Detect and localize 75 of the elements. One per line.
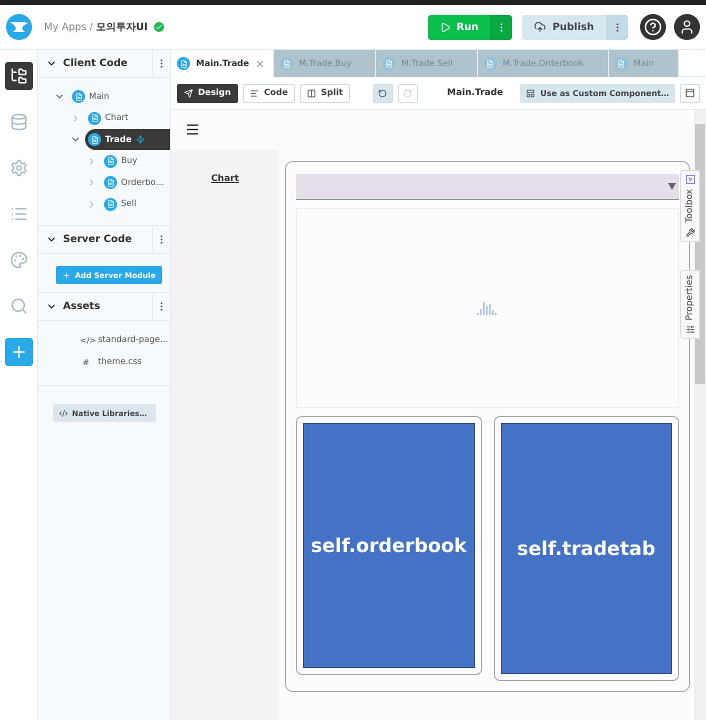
undo-icon <box>378 88 388 98</box>
plus-icon <box>62 270 71 280</box>
file-icon <box>72 90 85 104</box>
palette-icon <box>10 251 28 269</box>
section-title: Assets <box>63 301 102 312</box>
publish-button[interactable]: Publish <box>522 14 606 40</box>
file-icon <box>614 57 628 70</box>
file-icon <box>88 112 101 125</box>
wrench-icon <box>686 228 694 237</box>
redo-icon <box>403 88 412 98</box>
code-icon <box>59 408 68 418</box>
file-icon <box>104 176 117 190</box>
file-icon <box>280 57 294 70</box>
tree-item[interactable]: Chart <box>85 108 130 129</box>
file-icon <box>177 57 190 70</box>
component-label: self.orderbook <box>310 534 467 556</box>
side-panel-tab[interactable]: Properties <box>680 270 700 340</box>
add-button[interactable] <box>4 338 32 366</box>
user-icon <box>679 19 695 35</box>
editor-tab[interactable]: Main.Trade <box>171 50 274 77</box>
cloud-upload-icon <box>534 21 546 33</box>
component-label: self.tradetab <box>517 538 656 560</box>
panel-icon <box>685 88 695 98</box>
list-icon <box>10 205 28 223</box>
file-icon <box>88 133 101 146</box>
component-icon <box>526 88 536 98</box>
nav-link[interactable]: Chart <box>211 174 239 184</box>
view-mode-button[interactable]: Code <box>242 84 295 102</box>
tree-item[interactable]: Main <box>69 86 112 108</box>
file-icon <box>484 57 497 70</box>
settings-icon <box>10 159 28 177</box>
caret-icon <box>668 183 676 190</box>
view-mode-button[interactable]: Design <box>177 84 238 102</box>
close-icon[interactable] <box>255 58 266 68</box>
lines-icon <box>250 88 259 98</box>
columns-icon <box>306 88 316 98</box>
asset-item[interactable]: theme.css <box>98 357 142 367</box>
tree-item[interactable]: Sell <box>101 194 138 215</box>
section-title: Server Code <box>63 234 133 245</box>
rail-button[interactable] <box>4 62 32 90</box>
redo-button[interactable] <box>398 84 418 102</box>
custom-component-button[interactable]: Use as Custom Component… <box>520 84 675 102</box>
account-button[interactable] <box>674 14 700 40</box>
anvil-logo-icon[interactable] <box>6 14 32 40</box>
section-title: Client Code <box>63 58 129 69</box>
breadcrumb-link[interactable]: My Apps <box>44 22 86 32</box>
tree-item[interactable]: Orderbo… <box>101 172 166 194</box>
lightning-icon <box>136 135 145 144</box>
more-button[interactable] <box>490 14 512 40</box>
file-type-glyph: # <box>82 358 90 366</box>
file-icon <box>104 154 117 168</box>
bar-chart-icon <box>476 301 498 315</box>
send-icon <box>184 88 193 98</box>
asset-item[interactable]: standard-page… <box>98 335 168 345</box>
sliders-icon <box>686 325 694 334</box>
play-icon <box>440 22 450 32</box>
database-icon <box>10 113 28 131</box>
help-icon <box>644 18 662 36</box>
tree-item[interactable]: Trade <box>85 129 170 150</box>
help-button[interactable] <box>640 14 666 40</box>
breadcrumb-separator: / <box>89 22 93 32</box>
file-icon <box>382 57 396 70</box>
more-button[interactable] <box>606 14 628 40</box>
pointer-icon <box>686 175 694 184</box>
layout-button[interactable] <box>680 84 700 102</box>
tree-item[interactable]: Buy <box>101 150 140 172</box>
folder-tree-icon <box>10 67 28 85</box>
view-mode-button[interactable]: Split <box>300 84 350 102</box>
side-panel-tab[interactable]: Toolbox <box>680 170 700 242</box>
search-icon <box>10 297 28 315</box>
menu-icon[interactable] <box>185 122 200 137</box>
file-icon <box>104 198 117 211</box>
app-name: 모의투자UI <box>96 21 148 34</box>
form-name: Main.Trade <box>446 88 504 98</box>
undo-button[interactable] <box>372 84 393 102</box>
